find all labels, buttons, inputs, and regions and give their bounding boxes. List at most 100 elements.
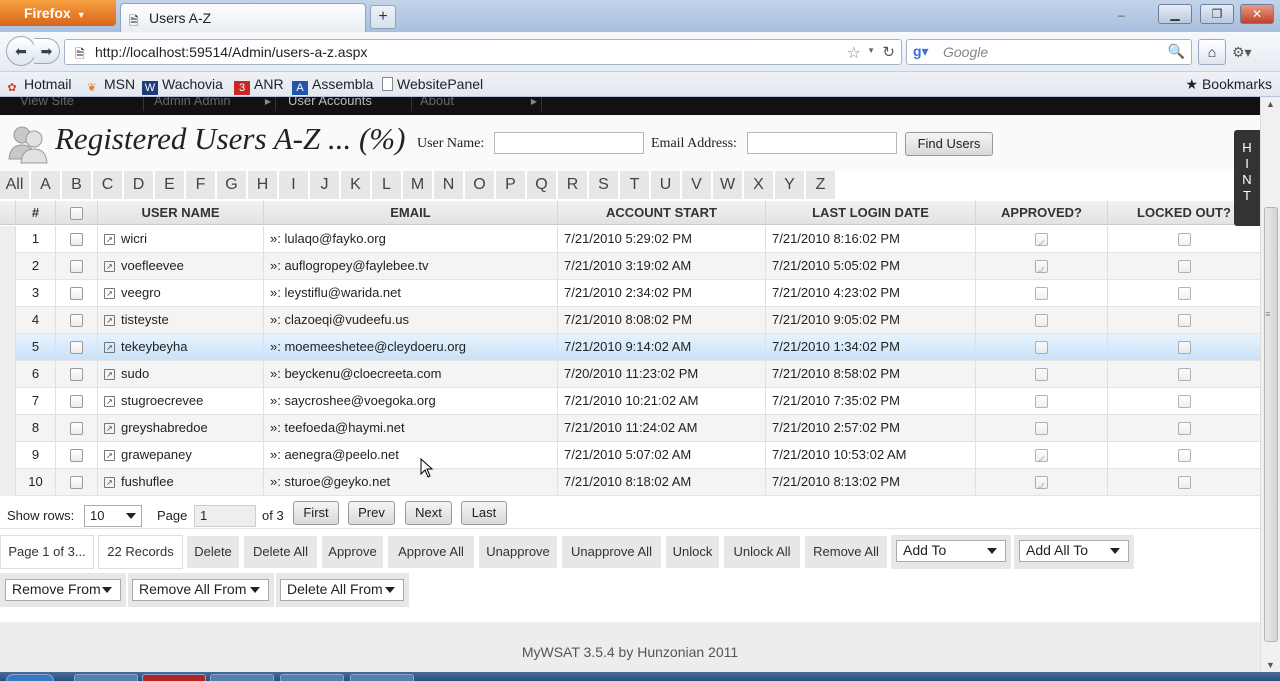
taskbar-explorer[interactable] bbox=[74, 674, 138, 681]
menu-admin[interactable]: Admin Admin ▶ bbox=[148, 97, 276, 111]
minimize-button[interactable]: ▁ bbox=[1158, 4, 1192, 24]
alpha-filter-c[interactable]: C bbox=[93, 171, 123, 199]
row-handle[interactable] bbox=[0, 388, 16, 415]
table-row[interactable]: 4 ↗ tisteyste»: clazoeqi@vudeefu.us 7/21/20… bbox=[0, 307, 1260, 334]
alpha-filter-u[interactable]: U bbox=[651, 171, 681, 199]
username-link[interactable]: grawepaney bbox=[121, 447, 192, 462]
alpha-filter-z[interactable]: Z bbox=[806, 171, 836, 199]
bookmark-msn[interactable]: ❦ MSN bbox=[84, 76, 135, 95]
alpha-filter-k[interactable]: K bbox=[341, 171, 371, 199]
column-header-last-login[interactable]: LAST LOGIN DATE bbox=[766, 201, 976, 225]
firefox-menu-button[interactable]: Firefox ▼ bbox=[0, 0, 116, 26]
external-link-icon[interactable]: ↗ bbox=[104, 423, 115, 435]
remove-all-from-select[interactable]: Remove All From bbox=[132, 579, 269, 601]
taskbar-ie[interactable] bbox=[210, 674, 274, 681]
row-select-checkbox[interactable] bbox=[70, 341, 83, 355]
username-link[interactable]: wicri bbox=[121, 231, 147, 246]
bookmark-wachovia[interactable]: W Wachovia bbox=[142, 76, 223, 95]
external-link-icon[interactable]: ↗ bbox=[104, 369, 115, 381]
email-link[interactable]: »: sturoe@geyko.net bbox=[264, 469, 558, 496]
taskbar-app[interactable] bbox=[142, 674, 206, 681]
username-link[interactable]: fushuflee bbox=[121, 474, 174, 489]
row-select-checkbox[interactable] bbox=[70, 476, 83, 490]
row-select-checkbox[interactable] bbox=[70, 422, 83, 436]
row-handle[interactable] bbox=[0, 469, 16, 496]
alpha-filter-v[interactable]: V bbox=[682, 171, 712, 199]
row-handle[interactable] bbox=[0, 280, 16, 307]
column-header-account-start[interactable]: ACCOUNT START bbox=[558, 201, 766, 225]
email-link[interactable]: »: auflogropey@faylebee.tv bbox=[264, 253, 558, 280]
username-link[interactable]: tisteyste bbox=[121, 312, 169, 327]
bookmark-star-icon[interactable]: ☆ bbox=[847, 43, 861, 63]
alpha-filter-i[interactable]: I bbox=[279, 171, 309, 199]
alpha-filter-j[interactable]: J bbox=[310, 171, 340, 199]
bookmark-websitepanel[interactable]: WebsitePanel bbox=[382, 76, 483, 92]
taskbar-app-2[interactable] bbox=[280, 674, 344, 681]
alpha-filter-q[interactable]: Q bbox=[527, 171, 557, 199]
username-link[interactable]: greyshabredoe bbox=[121, 420, 208, 435]
alpha-filter-p[interactable]: P bbox=[496, 171, 526, 199]
table-row[interactable]: 9 ↗ grawepaney»: aenegra@peelo.net 7/21/201… bbox=[0, 442, 1260, 469]
alpha-filter-y[interactable]: Y bbox=[775, 171, 805, 199]
external-link-icon[interactable]: ↗ bbox=[104, 261, 115, 273]
search-icon[interactable]: 🔍 bbox=[1168, 43, 1185, 60]
row-select-checkbox[interactable] bbox=[70, 449, 83, 463]
taskbar-app-3[interactable] bbox=[350, 674, 414, 681]
email-link[interactable]: »: beyckenu@cloecreeta.com bbox=[264, 361, 558, 388]
page-number-input[interactable]: 1 bbox=[194, 505, 256, 527]
alpha-filter-m[interactable]: M bbox=[403, 171, 433, 199]
email-link[interactable]: »: lulaqo@fayko.org bbox=[264, 226, 558, 253]
external-link-icon[interactable]: ↗ bbox=[104, 477, 115, 489]
alpha-filter-h[interactable]: H bbox=[248, 171, 278, 199]
table-row[interactable]: 6 ↗ sudo »: beyckenu@cloecreeta.com 7/20/201… bbox=[0, 361, 1260, 388]
row-handle[interactable] bbox=[0, 307, 16, 334]
unapprove-all-button[interactable]: Unapprove All bbox=[561, 535, 662, 569]
row-handle[interactable] bbox=[0, 415, 16, 442]
alpha-filter-g[interactable]: G bbox=[217, 171, 247, 199]
row-handle[interactable] bbox=[0, 334, 16, 361]
new-tab-button[interactable]: + bbox=[370, 5, 396, 29]
add-all-to-select[interactable]: Add All To bbox=[1019, 540, 1129, 562]
row-handle[interactable] bbox=[0, 442, 16, 469]
maximize-button[interactable]: ❐ bbox=[1200, 4, 1234, 24]
bookmark-anr[interactable]: 3 ANR bbox=[234, 76, 284, 95]
menu-about[interactable]: About ▶ bbox=[414, 97, 542, 111]
alpha-filter-a[interactable]: A bbox=[31, 171, 61, 199]
browser-tab[interactable]: 🗎 Users A-Z bbox=[120, 3, 366, 32]
table-row[interactable]: 1 ↗ wicri »: lulaqo@fayko.org 7/21/2010 5:29… bbox=[0, 226, 1260, 253]
row-select-checkbox[interactable] bbox=[70, 395, 83, 409]
addons-menu-icon[interactable]: ⚙▾ bbox=[1232, 39, 1272, 65]
table-row[interactable]: 7 ↗ stugroecrevee »: saycroshee@voegoka.org… bbox=[0, 388, 1260, 415]
next-page-button[interactable]: Next bbox=[405, 501, 452, 525]
rows-per-page-select[interactable]: 10 bbox=[84, 505, 142, 527]
alpha-filter-e[interactable]: E bbox=[155, 171, 185, 199]
username-link[interactable]: stugroecrevee bbox=[121, 393, 203, 408]
remove-from-select[interactable]: Remove From bbox=[5, 579, 121, 601]
column-header-username[interactable]: USER NAME bbox=[98, 201, 264, 225]
scrollbar-thumb[interactable] bbox=[1264, 207, 1278, 642]
alpha-filter-l[interactable]: L bbox=[372, 171, 402, 199]
alpha-filter-b[interactable]: B bbox=[62, 171, 92, 199]
alpha-filter-f[interactable]: F bbox=[186, 171, 216, 199]
approve-button[interactable]: Approve bbox=[321, 535, 384, 569]
reload-icon[interactable]: ↻ bbox=[882, 43, 895, 61]
email-link[interactable]: »: clazoeqi@vudeefu.us bbox=[264, 307, 558, 334]
address-bar[interactable]: 🗎 http://localhost:59514/Admin/users-a-z… bbox=[64, 39, 902, 65]
search-bar[interactable]: g▾ Google 🔍 bbox=[906, 39, 1192, 65]
email-input[interactable] bbox=[747, 132, 897, 154]
select-all-checkbox[interactable] bbox=[70, 207, 83, 221]
menu-user-accounts[interactable]: User Accounts bbox=[282, 97, 412, 111]
alpha-filter-x[interactable]: X bbox=[744, 171, 774, 199]
alpha-filter-r[interactable]: R bbox=[558, 171, 588, 199]
external-link-icon[interactable]: ↗ bbox=[104, 342, 115, 354]
site-identity-icon[interactable]: 🗎 bbox=[75, 45, 85, 66]
email-link[interactable]: »: aenegra@peelo.net bbox=[264, 442, 558, 469]
external-link-icon[interactable]: ↗ bbox=[104, 315, 115, 327]
alpha-filter-s[interactable]: S bbox=[589, 171, 619, 199]
column-header-approved[interactable]: APPROVED? bbox=[976, 201, 1108, 225]
add-to-select[interactable]: Add To bbox=[896, 540, 1006, 562]
alpha-filter-all[interactable]: All bbox=[0, 171, 30, 199]
username-link[interactable]: veegro bbox=[121, 285, 161, 300]
external-link-icon[interactable]: ↗ bbox=[104, 234, 115, 246]
external-link-icon[interactable]: ↗ bbox=[104, 288, 115, 300]
